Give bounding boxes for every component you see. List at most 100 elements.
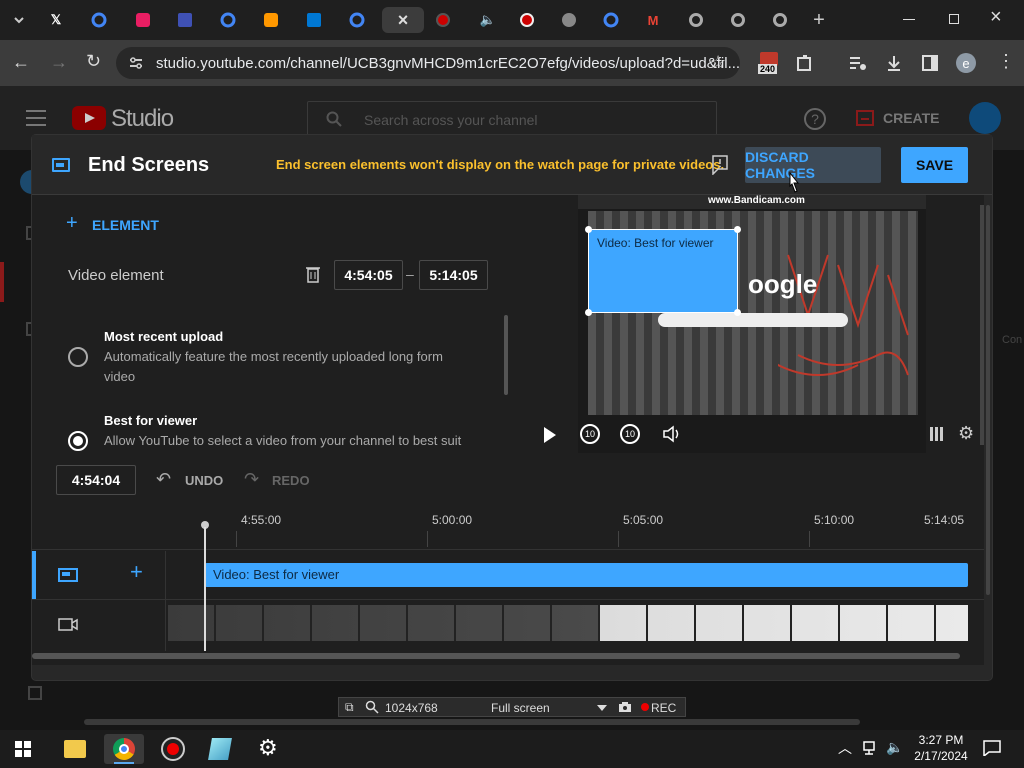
add-plus-icon[interactable]: + xyxy=(66,213,78,233)
extensions-puzzle-icon[interactable] xyxy=(795,53,815,73)
tab-globe-icon[interactable] xyxy=(556,7,582,33)
page-scrollbar[interactable] xyxy=(84,719,860,725)
resize-handle[interactable] xyxy=(734,309,741,316)
tab-search-icon[interactable] xyxy=(6,7,32,33)
play-icon[interactable] xyxy=(544,427,556,443)
tab-google-icon[interactable] xyxy=(215,7,241,33)
notification-center-icon[interactable] xyxy=(983,740,1001,758)
add-track-element-icon[interactable]: + xyxy=(130,561,143,583)
current-time-display[interactable]: 4:54:04 xyxy=(56,465,136,495)
create-button[interactable]: CREATE xyxy=(883,110,940,126)
tab-google-icon[interactable] xyxy=(86,7,112,33)
forward-arrow-icon[interactable]: → xyxy=(50,52,68,73)
address-bar[interactable]: studio.youtube.com/channel/UCB3gnvMHCD9m… xyxy=(116,47,740,79)
resize-handle[interactable] xyxy=(734,226,741,233)
discard-changes-button[interactable]: DISCARD CHANGES xyxy=(745,147,881,183)
hamburger-menu-icon[interactable] xyxy=(26,110,46,126)
tab-gmail-icon[interactable]: M xyxy=(640,7,666,33)
tab-outlook-icon[interactable] xyxy=(301,7,327,33)
notes-app-icon[interactable] xyxy=(208,738,232,760)
end-screen-track-icon xyxy=(58,568,78,582)
tab-chrome-icon[interactable] xyxy=(767,7,793,33)
download-icon[interactable] xyxy=(884,53,904,73)
undo-button[interactable]: UNDO xyxy=(185,473,223,488)
grid-icon[interactable] xyxy=(930,427,944,441)
search-placeholder[interactable]: Search across your channel xyxy=(364,112,538,128)
media-control-icon[interactable] xyxy=(848,54,868,72)
option-title: Best for viewer xyxy=(104,413,198,428)
browser-menu-icon[interactable]: ⋮ xyxy=(997,51,1015,72)
radio-most-recent-upload[interactable] xyxy=(68,347,88,367)
tab-app-icon[interactable] xyxy=(130,7,156,33)
tab-chrome-icon[interactable] xyxy=(683,7,709,33)
reload-icon[interactable]: ↻ xyxy=(86,51,101,72)
clock-date[interactable]: 2/17/2024 xyxy=(912,749,970,763)
tab-google-icon[interactable] xyxy=(598,7,624,33)
start-time-input[interactable]: 4:54:05 xyxy=(334,260,403,290)
settings-gear-icon[interactable]: ⚙ xyxy=(958,423,974,444)
studio-search-box[interactable]: Search across your channel xyxy=(307,101,717,137)
windows-start-icon[interactable] xyxy=(15,741,31,757)
tab-doc-icon[interactable] xyxy=(172,7,198,33)
feedback-icon[interactable] xyxy=(712,155,728,176)
rec-label[interactable]: REC xyxy=(651,701,676,715)
profile-avatar[interactable]: e xyxy=(956,53,976,73)
bookmark-star-icon[interactable]: ☆ xyxy=(710,52,726,73)
zoom-search-icon[interactable] xyxy=(365,700,379,714)
tab-blogger-icon[interactable] xyxy=(258,7,284,33)
redo-button[interactable]: REDO xyxy=(272,473,310,488)
bandicam-taskbar-icon[interactable] xyxy=(161,737,185,761)
timeline-scrollbar[interactable] xyxy=(32,653,960,659)
end-screen-track-bar[interactable]: Video: Best for viewer xyxy=(205,563,968,587)
window-restore-icon[interactable] xyxy=(945,10,963,28)
redo-icon[interactable]: ↷ xyxy=(244,469,259,490)
tab-record-icon[interactable] xyxy=(430,7,456,33)
resize-handle[interactable] xyxy=(585,226,592,233)
extension-badge: 240 xyxy=(758,64,778,74)
end-time-input[interactable]: 5:14:05 xyxy=(419,260,488,290)
help-icon[interactable]: ? xyxy=(804,108,826,130)
tab-audio-icon[interactable]: 🔈 xyxy=(475,7,501,33)
taskbar-chrome-active[interactable] xyxy=(104,734,144,764)
file-explorer-icon[interactable] xyxy=(64,740,86,758)
side-panel-icon[interactable] xyxy=(921,54,939,72)
trash-icon[interactable] xyxy=(306,265,320,283)
tab-x-icon[interactable]: 𝕏 xyxy=(43,7,69,33)
tab-google-icon[interactable] xyxy=(344,7,370,33)
rewind-10-icon[interactable]: 10 xyxy=(580,424,600,444)
url-text[interactable]: studio.youtube.com/channel/UCB3gnvMHCD9m… xyxy=(156,55,740,72)
window-close-icon[interactable]: × xyxy=(990,6,1002,29)
site-settings-icon[interactable] xyxy=(128,55,144,71)
mode-dropdown-icon[interactable] xyxy=(597,705,607,711)
mouse-cursor-icon xyxy=(789,172,800,193)
tab-active-close-icon[interactable]: × xyxy=(382,7,424,33)
volume-tray-icon[interactable]: 🔈 xyxy=(886,739,903,756)
end-screen-video-overlay[interactable]: Video: Best for viewer xyxy=(585,226,741,316)
network-icon[interactable] xyxy=(862,740,880,756)
tray-chevron-up-icon[interactable]: ︿ xyxy=(838,738,852,758)
add-element-button[interactable]: ELEMENT xyxy=(92,217,159,233)
radio-best-for-viewer[interactable] xyxy=(68,431,88,451)
recording-mode[interactable]: Full screen xyxy=(491,701,550,715)
preview-search-bar xyxy=(658,313,848,327)
extension-icon[interactable]: 240 xyxy=(758,52,780,76)
forward-10-icon[interactable]: 10 xyxy=(620,424,640,444)
screenshot-camera-icon[interactable] xyxy=(618,701,632,713)
settings-taskbar-icon[interactable]: ⚙ xyxy=(258,735,278,761)
back-arrow-icon[interactable]: ← xyxy=(12,52,30,73)
playhead-line[interactable] xyxy=(204,527,206,651)
new-tab-plus-icon[interactable]: + xyxy=(806,7,832,33)
save-button[interactable]: SAVE xyxy=(901,147,968,183)
tab-record-icon[interactable] xyxy=(514,7,540,33)
options-scrollbar[interactable] xyxy=(504,315,508,395)
volume-icon[interactable] xyxy=(662,425,682,443)
window-minimize-icon[interactable] xyxy=(900,10,918,28)
channel-avatar[interactable] xyxy=(969,102,1001,134)
window-select-icon[interactable]: ⧉ xyxy=(345,700,354,715)
resize-handle[interactable] xyxy=(585,309,592,316)
video-thumbnail-strip[interactable] xyxy=(168,605,968,641)
tick-label: 5:00:00 xyxy=(432,513,473,527)
undo-icon[interactable]: ↶ xyxy=(156,469,171,490)
tab-chrome-icon[interactable] xyxy=(725,7,751,33)
clock-time[interactable]: 3:27 PM xyxy=(916,733,966,747)
